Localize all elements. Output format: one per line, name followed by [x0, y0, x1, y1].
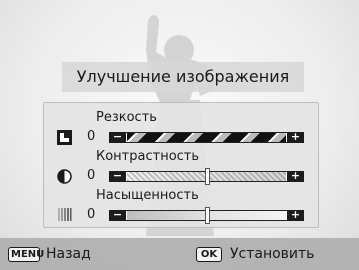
contrast-thumb[interactable] — [205, 168, 210, 185]
sharpness-minus-button[interactable]: − — [109, 131, 126, 143]
sharpness-plus-button[interactable]: + — [287, 131, 304, 143]
contrast-plus-button[interactable]: + — [287, 170, 304, 182]
title-band: Улучшение изображения — [62, 62, 304, 92]
back-label[interactable]: Назад — [46, 245, 91, 263]
ok-button-badge[interactable]: OK — [196, 247, 222, 262]
contrast-label: Контрастность — [96, 149, 200, 164]
contrast-minus-button[interactable]: − — [109, 170, 126, 182]
sharpness-track — [127, 133, 286, 142]
saturation-label: Насыщенность — [96, 188, 199, 203]
bottom-bar: MENU Назад OK Установить — [0, 238, 359, 270]
saturation-slider[interactable]: − + — [109, 207, 304, 224]
sharpness-slider[interactable]: − + — [109, 131, 304, 143]
saturation-plus-button[interactable]: + — [287, 209, 304, 221]
saturation-icon — [58, 208, 72, 221]
dialog-title: Улучшение изображения — [76, 67, 290, 86]
saturation-minus-button[interactable]: − — [109, 209, 126, 221]
sharpness-value: 0 — [87, 129, 96, 144]
saturation-value: 0 — [87, 207, 96, 222]
contrast-slider[interactable]: − + — [109, 168, 304, 185]
saturation-thumb[interactable] — [205, 207, 210, 224]
set-label[interactable]: Установить — [230, 245, 314, 263]
menu-button-badge[interactable]: MENU — [8, 247, 44, 262]
sharpness-icon — [57, 130, 72, 145]
camera-screen: Улучшение изображения Резкость 0 − + Кон… — [0, 0, 359, 270]
adjustment-panel: Резкость 0 − + Контрастность 0 − + Насыщ… — [43, 102, 319, 228]
contrast-value: 0 — [87, 168, 96, 183]
sharpness-label: Резкость — [96, 110, 157, 125]
contrast-icon — [57, 169, 72, 184]
